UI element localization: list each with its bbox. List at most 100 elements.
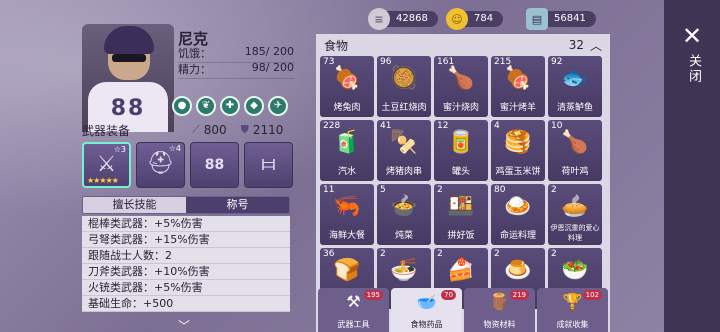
weapon-stars: ★★★★★ (87, 176, 119, 185)
food-item[interactable]: 228 🧃 汽水 (320, 120, 374, 181)
food-item[interactable]: 215 🍖 蜜汁烤羊 (491, 56, 545, 117)
category-tab-badge: 195 (363, 290, 383, 300)
energy-label: 精力： (178, 63, 211, 76)
character-panel: 88 尼克 饥饿： 185/ 200 精力： 98/ 200 ● ❦ ✚ ◆ ✈… (82, 14, 298, 332)
tab-titles[interactable]: 称号 (186, 197, 289, 213)
food-icon: 🥗 (561, 258, 589, 283)
food-icon: 🍖 (504, 66, 532, 91)
food-item[interactable]: 73 🍖 烤兔肉 (320, 56, 374, 117)
food-icon: 🦐 (333, 194, 361, 219)
food-icon: 🍗 (561, 130, 589, 155)
category-tab[interactable]: ⚒ 武器工具 195 (318, 288, 389, 332)
food-grid: 73 🍖 烤兔肉 96 🥘 土豆红烧肉 161 🍗 蜜汁烧肉 215 🍖 蜜汁烤羊 92 🐟 清蒸鲈鱼 228… (320, 56, 608, 309)
close-strip[interactable]: ✕ 关闭 (664, 0, 720, 332)
food-item[interactable]: 4 🥞 鸡蛋玉米饼 (491, 120, 545, 181)
food-item[interactable]: 5 🍲 炖菜 (377, 184, 431, 245)
food-item[interactable]: 10 🍗 荷叶鸡 (548, 120, 602, 181)
portrait-helmet (104, 26, 154, 54)
skill-line: 跟随战士人数：2 (82, 248, 290, 264)
food-item[interactable]: 96 🥘 土豆红烧肉 (377, 56, 431, 117)
food-name: 拼好饭 (447, 231, 475, 241)
food-item[interactable]: 41 🍢 烤猪肉串 (377, 120, 431, 181)
bandage-status-icon[interactable]: ✚ (220, 96, 240, 116)
food-icon: 🍰 (447, 258, 475, 283)
food-name: 罐头 (451, 167, 470, 177)
energy-row: 精力： 98/ 200 (178, 61, 294, 79)
food-name: 炖菜 (394, 231, 413, 241)
skill-tabs: 擅长技能 称号 (82, 196, 290, 214)
status-icons: ● ❦ ✚ ◆ ✈ (172, 96, 288, 116)
character-portrait: 88 (82, 24, 174, 132)
food-panel-header: 食物 32 ︿ (316, 34, 610, 56)
silver-coin-icon: ≡ (368, 8, 390, 30)
food-name: 伊恩沉重的爱心料理 (550, 224, 600, 242)
pants-icon: ⧦ (261, 151, 276, 176)
food-name: 土豆红烧肉 (381, 103, 427, 113)
food-item[interactable]: 161 🍗 蜜汁烧肉 (434, 56, 488, 117)
chevron-down-icon[interactable]: ﹀ (178, 317, 190, 332)
food-icon: 🍖 (333, 66, 361, 91)
equip-slot-weapon[interactable]: ⚔ ☆3 ★★★★★ (82, 142, 131, 188)
food-icon: 🍜 (390, 258, 418, 283)
food-icon: 🧃 (333, 130, 361, 155)
category-tab[interactable]: 🏆 成就收集 102 (537, 288, 608, 332)
food-item[interactable]: 92 🐟 清蒸鲈鱼 (548, 56, 602, 117)
food-icon: 🍱 (447, 194, 475, 219)
shield-icon: ⛊ (240, 123, 249, 136)
food-name: 烤兔肉 (333, 103, 361, 113)
chevron-up-icon: ︿ (589, 38, 602, 53)
category-tabs: ⚒ 武器工具 195 🥣 食物药品 70 🪵 物资材料 219 🏆 成就收集 102 (318, 288, 608, 332)
food-name: 汽水 (337, 167, 356, 177)
equip-slot-helmet[interactable]: ⛑ ☆4 (136, 142, 185, 188)
food-item[interactable]: 2 🥧 伊恩沉重的爱心料理 (548, 184, 602, 245)
energy-value: 98/ 200 (251, 61, 294, 74)
food-icon: 🥫 (447, 130, 475, 155)
equip-slot-pants[interactable]: ⧦ (244, 142, 293, 188)
gold-coin-icon: ☺ (446, 8, 468, 30)
wing-status-icon[interactable]: ✈ (268, 96, 288, 116)
stomach-status-icon[interactable]: ● (172, 96, 192, 116)
food-name: 鸡蛋玉米饼 (495, 167, 541, 177)
category-tab-label: 物资材料 (483, 320, 516, 329)
food-item[interactable]: 80 🍛 命运料理 (491, 184, 545, 245)
category-tab-label: 武器工具 (337, 320, 370, 329)
helmet-icon: ⛑ (146, 151, 175, 176)
food-icon: 🥘 (390, 66, 418, 91)
food-name: 蜜汁烧肉 (442, 103, 479, 113)
food-name: 荷叶鸡 (561, 167, 589, 177)
equip-slot-armor[interactable]: 88 (190, 142, 239, 188)
equipment-slots: ⚔ ☆3 ★★★★★ ⛑ ☆4 88 ⧦ (82, 142, 293, 188)
ticket-icon: ▤ (526, 8, 548, 30)
skill-line: 刀斧类武器：+10%伤害 (82, 264, 290, 280)
attack-stat: ⟋ 800 (192, 123, 227, 137)
food-name: 海鲜大餐 (328, 231, 365, 241)
hunger-value: 185/ 200 (244, 45, 294, 58)
silver-currency: ≡ 42868 (368, 8, 438, 30)
ticket-currency: ▤ 56841 (526, 8, 596, 30)
category-tab[interactable]: 🥣 食物药品 70 (391, 288, 462, 332)
skill-line: 弓弩类武器：+15%伤害 (82, 232, 290, 248)
green-sword-icon: ⚔ (96, 152, 117, 177)
food-item[interactable]: 12 🥫 罐头 (434, 120, 488, 181)
food-icon: 🍛 (504, 194, 532, 219)
hunger-label: 饥饿： (178, 47, 211, 60)
category-tab-badge: 219 (509, 290, 529, 300)
food-item[interactable]: 2 🍱 拼好饭 (434, 184, 488, 245)
category-tab-label: 成就收集 (556, 320, 589, 329)
food-icon: 🥞 (504, 130, 532, 155)
fish-status-icon[interactable]: ◆ (244, 96, 264, 116)
jersey-icon: 88 (204, 157, 225, 173)
sword-icon: ⟋ (192, 123, 200, 136)
close-icon[interactable]: ✕ (682, 22, 702, 50)
food-name: 清蒸鲈鱼 (556, 103, 593, 113)
food-name: 命运料理 (499, 231, 536, 241)
gold-currency: ☺ 784 (446, 8, 504, 30)
skill-list[interactable]: 棍棒类武器：+5%伤害 弓弩类武器：+15%伤害 跟随战士人数：2 刀斧类武器：… (82, 216, 290, 312)
skill-line: 火铳类武器：+5%伤害 (82, 280, 290, 296)
leaf-status-icon[interactable]: ❦ (196, 96, 216, 116)
tab-skills[interactable]: 擅长技能 (83, 197, 186, 213)
food-count-toggle[interactable]: 32 ︿ (569, 37, 602, 54)
food-icon: 🍲 (390, 194, 418, 219)
category-tab[interactable]: 🪵 物资材料 219 (464, 288, 535, 332)
food-item[interactable]: 11 🦐 海鲜大餐 (320, 184, 374, 245)
